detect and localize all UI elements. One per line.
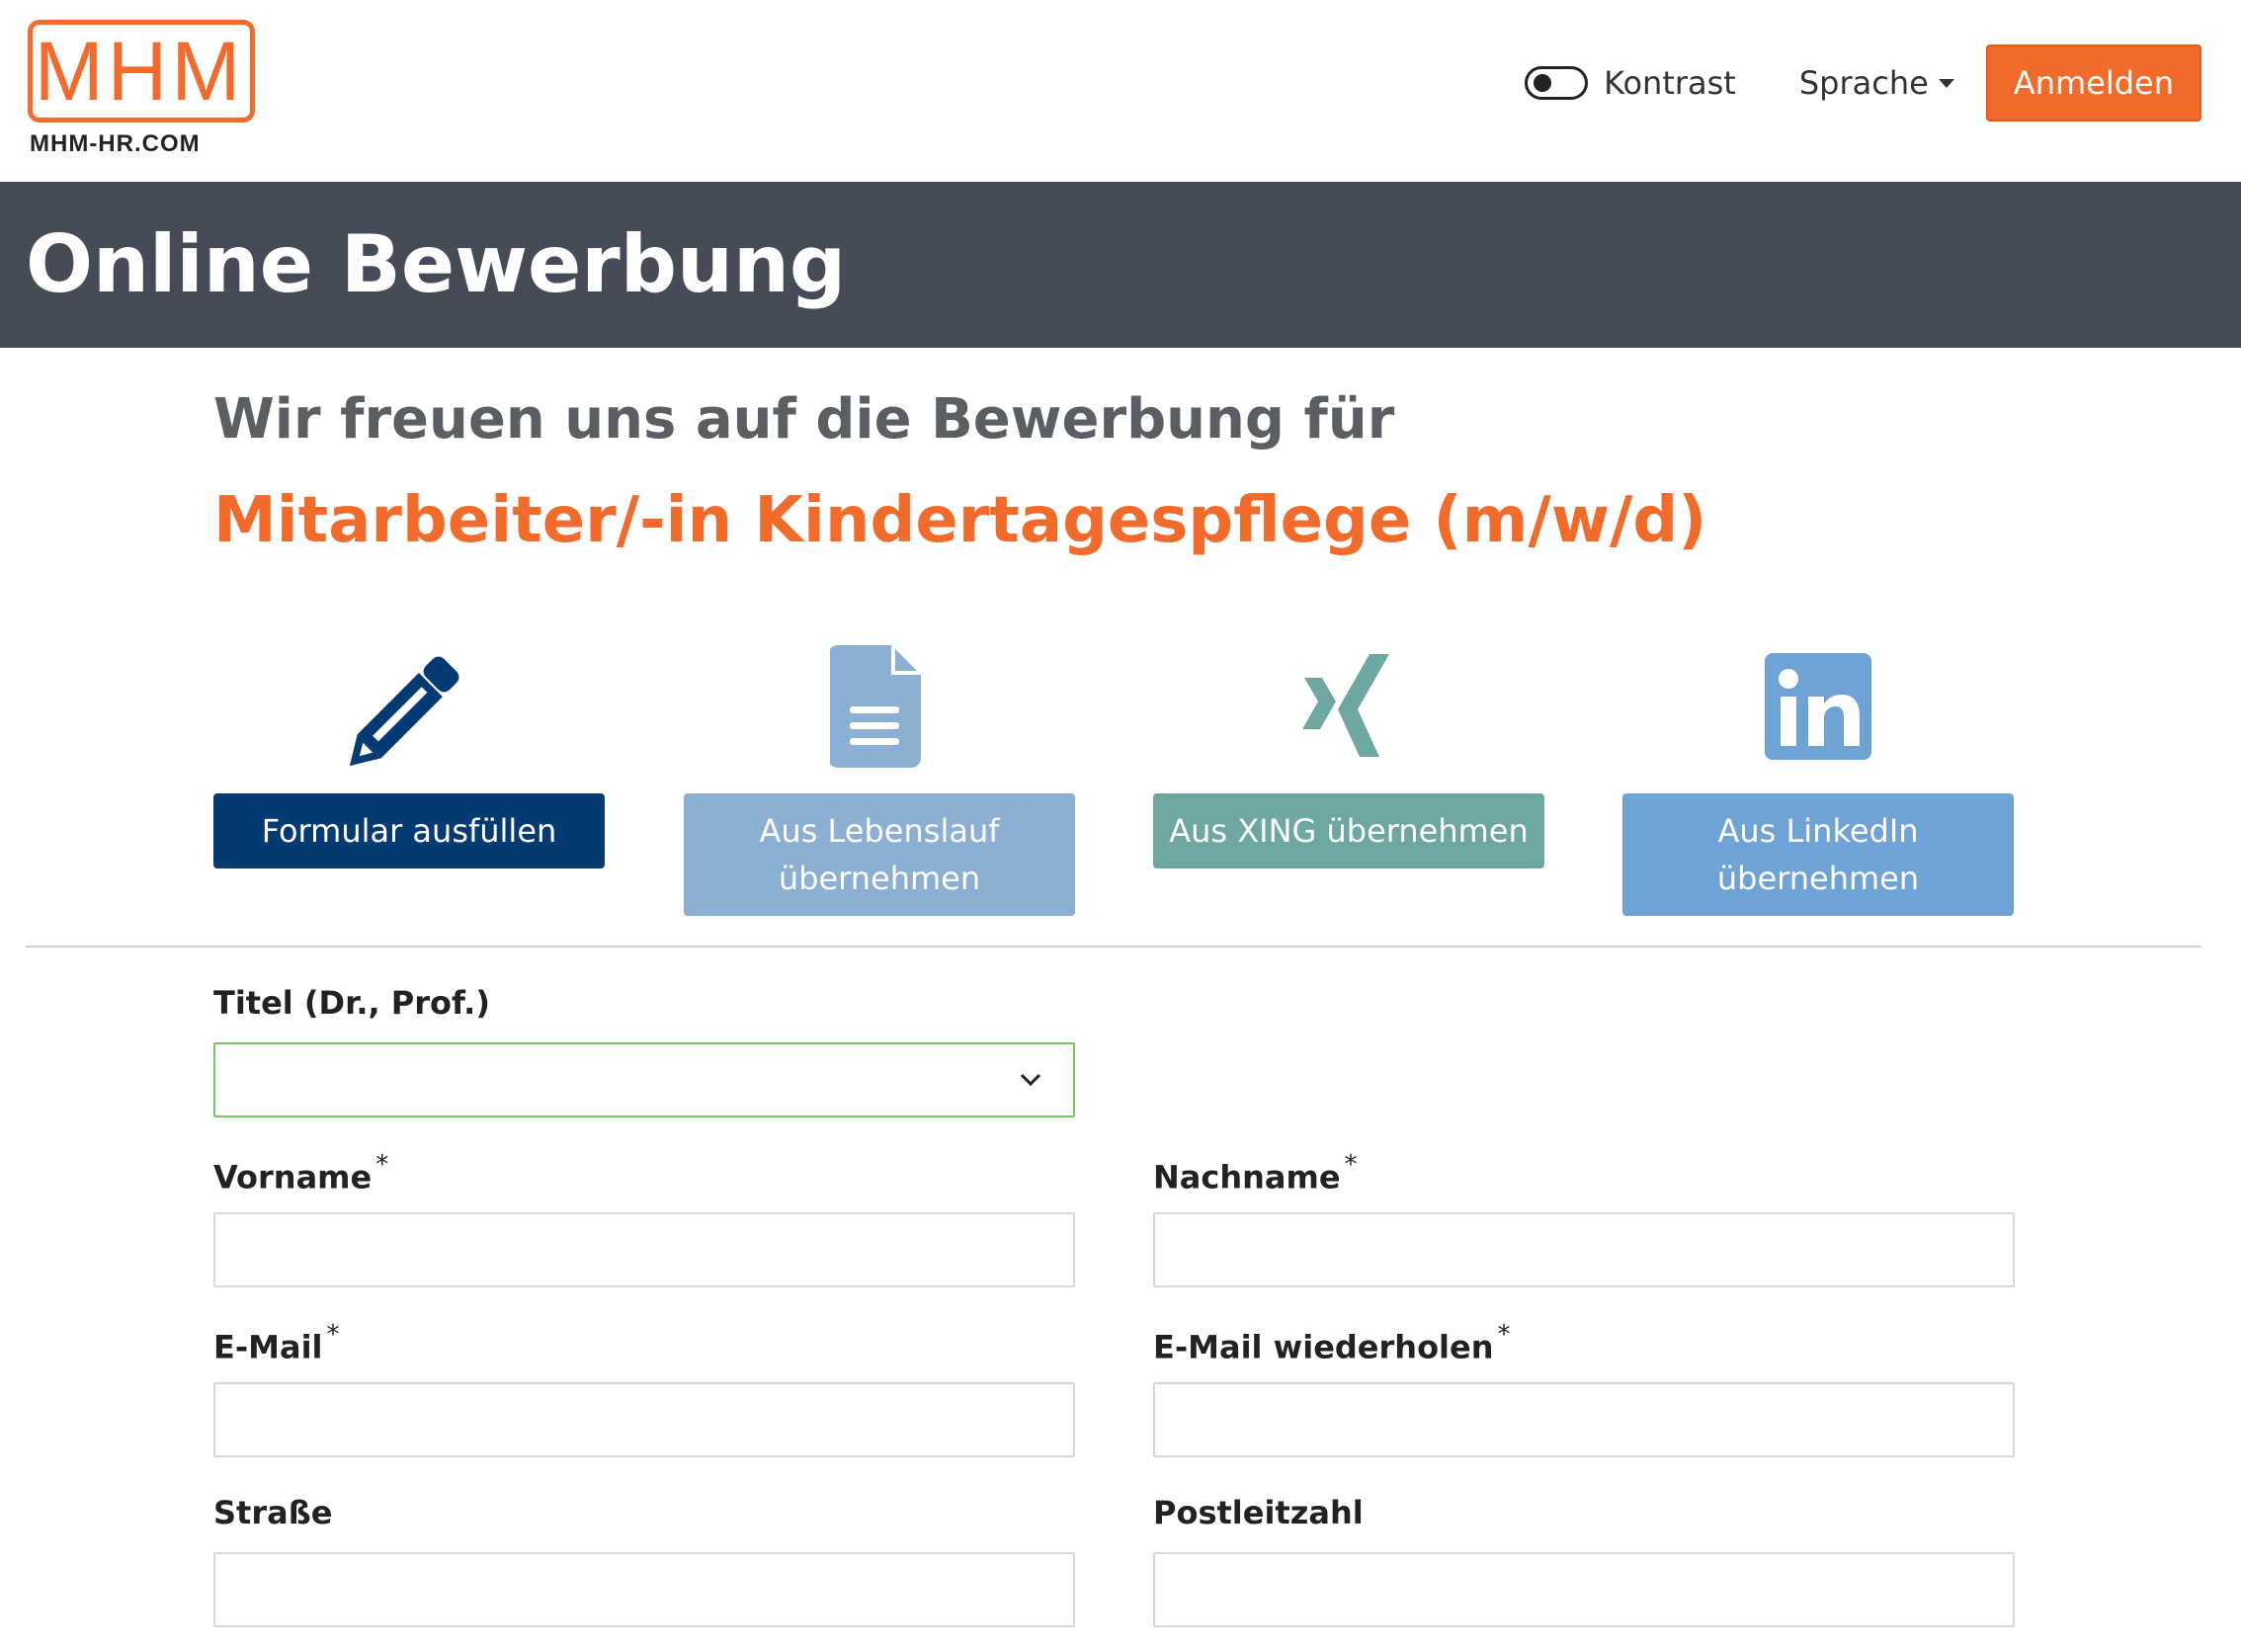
- email-label: E-Mail *: [213, 1320, 340, 1366]
- linkedin-icon[interactable]: [1749, 642, 1887, 771]
- top-bar: MHM MHM-HR.COM Kontrast Sprache Anmelden: [0, 0, 2241, 182]
- login-button[interactable]: Anmelden: [1985, 44, 2201, 122]
- language-dropdown[interactable]: Sprache: [1799, 64, 1954, 102]
- contrast-label: Kontrast: [1604, 64, 1736, 102]
- import-linkedin-button[interactable]: Aus LinkedIn übernehmen: [1622, 793, 2014, 916]
- chevron-down-icon: [1020, 1073, 1041, 1087]
- job-title: Mitarbeiter/-in Kindertagespflege (m/w/d…: [213, 484, 1707, 557]
- fill-form-label: Formular ausfüllen: [261, 812, 557, 850]
- logo-subtitle: MHM-HR.COM: [30, 130, 201, 157]
- intro-text: Wir freuen uns auf die Bewerbung für: [213, 387, 1395, 452]
- email-repeat-label: E-Mail wiederholen *: [1153, 1320, 1511, 1366]
- logo[interactable]: MHM MHM-HR.COM: [26, 20, 257, 158]
- xing-icon[interactable]: [1281, 642, 1419, 771]
- import-xing-button[interactable]: Aus XING übernehmen: [1153, 793, 1544, 868]
- firstname-label: Vorname *: [213, 1150, 389, 1197]
- section-divider: [26, 946, 2201, 948]
- title-label: Titel (Dr., Prof.): [213, 984, 490, 1022]
- lastname-field[interactable]: [1153, 1212, 2015, 1287]
- import-xing-label: Aus XING übernehmen: [1169, 812, 1529, 850]
- import-cv-button[interactable]: Aus Lebenslauf übernehmen: [684, 793, 1075, 916]
- email-field[interactable]: [213, 1382, 1075, 1457]
- document-icon[interactable]: [810, 642, 949, 771]
- page-title: Online Bewerbung: [26, 218, 847, 310]
- contrast-toggle[interactable]: Kontrast: [1525, 64, 1736, 102]
- pencil-icon[interactable]: [340, 642, 478, 771]
- email-repeat-field[interactable]: [1153, 1382, 2015, 1457]
- lastname-label: Nachname *: [1153, 1150, 1358, 1197]
- title-select[interactable]: [213, 1042, 1075, 1117]
- toggle-knob: [1534, 74, 1552, 92]
- fill-form-button[interactable]: Formular ausfüllen: [213, 793, 605, 868]
- top-nav: Kontrast Sprache Anmelden: [1525, 43, 2201, 123]
- street-field[interactable]: [213, 1552, 1075, 1627]
- toggle-switch[interactable]: [1525, 66, 1589, 100]
- firstname-field[interactable]: [213, 1212, 1075, 1287]
- zip-label: Postleitzahl: [1153, 1494, 1364, 1531]
- page-banner: Online Bewerbung: [0, 182, 2241, 348]
- import-cv-label: Aus Lebenslauf übernehmen: [759, 812, 1000, 897]
- street-label: Straße: [213, 1494, 333, 1531]
- import-linkedin-label: Aus LinkedIn übernehmen: [1716, 812, 1920, 897]
- caret-down-icon: [1938, 78, 1954, 88]
- zip-field[interactable]: [1153, 1552, 2015, 1627]
- logo-letters: MHM: [34, 25, 245, 118]
- language-label: Sprache: [1798, 64, 1929, 102]
